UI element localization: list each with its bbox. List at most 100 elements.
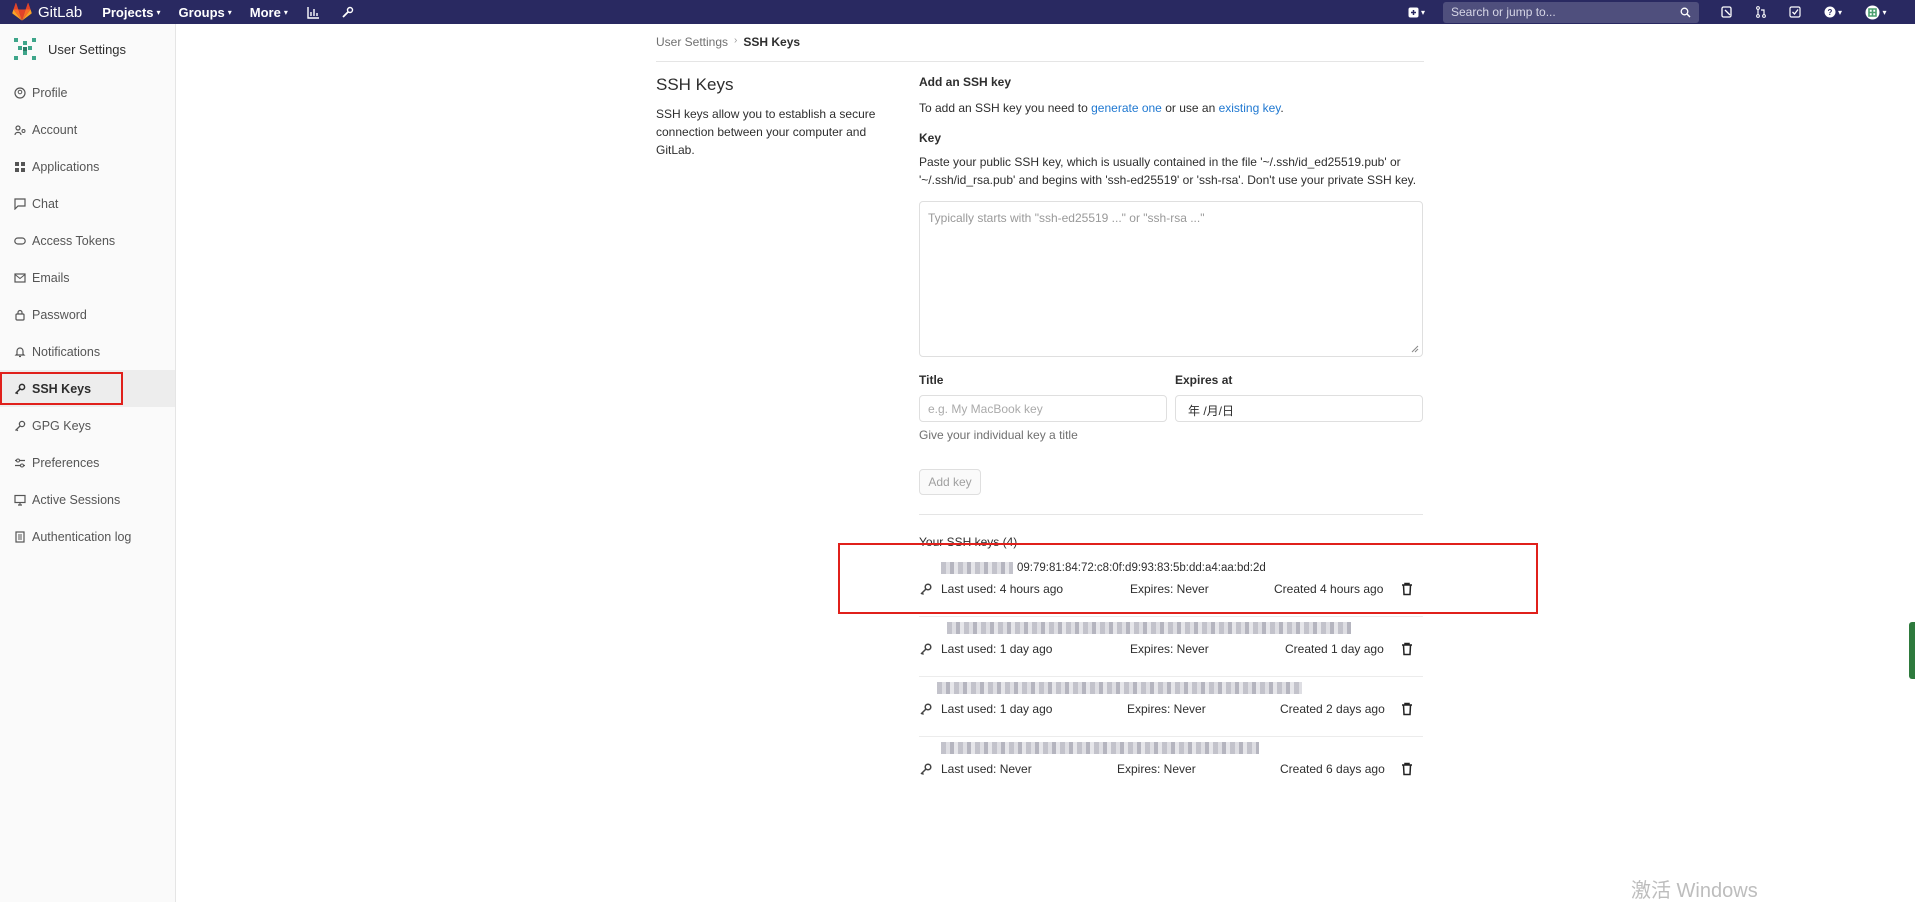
- gitlab-logo-icon: [12, 3, 32, 21]
- ssh-key-row[interactable]: Last used: 1 day ago Expires: Never Crea…: [919, 617, 1423, 677]
- sidebar-item-emails[interactable]: Emails: [0, 259, 175, 296]
- search-placeholder: Search or jump to...: [1451, 5, 1556, 19]
- avatar: [14, 38, 36, 60]
- key-last-used: Last used: 1 day ago: [941, 642, 1053, 656]
- sidebar-item-account[interactable]: Account: [0, 111, 175, 148]
- avatar: [1865, 5, 1880, 19]
- ssh-key-row[interactable]: Last used: 1 day ago Expires: Never Crea…: [919, 677, 1423, 737]
- user-avatar-menu[interactable]: ▾: [1863, 4, 1889, 20]
- chevron-down-icon: ▾: [1882, 7, 1887, 17]
- sidebar-title: User Settings: [48, 41, 127, 57]
- resize-grip-icon[interactable]: [1411, 345, 1419, 353]
- existing-key-link[interactable]: existing key: [1219, 101, 1281, 115]
- sidebar-item-label: Account: [32, 122, 78, 137]
- sidebar-item-profile[interactable]: Profile: [0, 74, 175, 111]
- help-icon[interactable]: ? ▾: [1821, 4, 1845, 20]
- chevron-down-icon: ▾: [227, 7, 232, 17]
- sidebar-item-label: Password: [32, 307, 87, 322]
- gitlab-home-link[interactable]: GitLab: [0, 0, 82, 24]
- delete-key-icon[interactable]: [1400, 642, 1414, 656]
- annotation-highlight-box: [0, 372, 123, 405]
- expires-label: Expires at: [1175, 373, 1233, 387]
- key-fingerprint[interactable]: [947, 622, 1355, 634]
- brand-name: GitLab: [38, 3, 83, 21]
- mail-icon: [13, 271, 26, 284]
- todos-icon[interactable]: [1787, 4, 1803, 20]
- sidebar-item-label: Active Sessions: [32, 492, 121, 507]
- key-label: Key: [919, 131, 942, 145]
- key-icon: [920, 643, 932, 656]
- section-divider: [919, 514, 1423, 515]
- sidebar-item-chat[interactable]: Chat: [0, 185, 175, 222]
- monitor-icon: [13, 493, 26, 506]
- page-description: SSH keys allow you to establish a secure…: [656, 107, 876, 157]
- side-widget-handle[interactable]: [1909, 622, 1915, 679]
- expires-date-input[interactable]: 年 /月/日: [1175, 395, 1423, 422]
- sidebar-item-gpg-keys[interactable]: GPG Keys: [0, 407, 175, 444]
- annotation-highlight-box: [838, 543, 1538, 614]
- sidebar-item-label: Access Tokens: [32, 233, 116, 248]
- chevron-down-icon: ▾: [283, 7, 288, 17]
- key-created: Created 1 day ago: [1285, 642, 1384, 656]
- redacted-key-data: [947, 622, 1351, 634]
- breadcrumb-current[interactable]: SSH Keys: [743, 35, 800, 49]
- sidebar-item-label: Preferences: [32, 455, 100, 470]
- svg-text:?: ?: [1828, 8, 1833, 17]
- title-help-text: Give your individual key a title: [919, 428, 1078, 442]
- ssh-key-row[interactable]: Last used: Never Expires: Never Created …: [919, 737, 1423, 797]
- generate-one-link[interactable]: generate one: [1091, 101, 1162, 115]
- chat-icon: [13, 197, 26, 210]
- key-textarea[interactable]: Typically starts with "ssh-ed25519 ..." …: [919, 201, 1423, 357]
- issues-icon[interactable]: [1719, 4, 1735, 20]
- sidebar-item-preferences[interactable]: Preferences: [0, 444, 175, 481]
- sidebar-item-label: Applications: [32, 159, 100, 174]
- sidebar-item-notifications[interactable]: Notifications: [0, 333, 175, 370]
- redacted-key-data: [937, 682, 1302, 694]
- sidebar-item-applications[interactable]: Applications: [0, 148, 175, 185]
- key-help-text: Paste your public SSH key, which is usua…: [919, 155, 1417, 187]
- key-fingerprint[interactable]: [941, 742, 1263, 754]
- expires-placeholder: 年 /月/日: [1188, 404, 1235, 418]
- sidebar-item-label: GPG Keys: [32, 418, 92, 433]
- bell-icon: [13, 345, 26, 358]
- sidebar-item-active-sessions[interactable]: Active Sessions: [0, 481, 175, 518]
- key-expires: Expires: Never: [1130, 642, 1209, 656]
- admin-wrench-icon[interactable]: [340, 4, 356, 20]
- projects-menu[interactable]: Projects ▾: [102, 5, 160, 20]
- search-input[interactable]: Search or jump to...: [1443, 1, 1699, 23]
- more-menu[interactable]: More ▾: [250, 5, 288, 20]
- add-key-button[interactable]: Add key: [919, 469, 981, 495]
- top-navbar: GitLab Projects ▾ Groups ▾ More ▾ ▾ Search …: [0, 0, 1915, 24]
- breadcrumb-parent-link[interactable]: User Settings: [656, 35, 728, 49]
- form-help: To add an SSH key you need to generate o…: [919, 99, 1423, 117]
- title-input[interactable]: e.g. My MacBook key: [919, 395, 1167, 422]
- delete-key-icon[interactable]: [1400, 702, 1414, 716]
- sidebar-header[interactable]: User Settings: [0, 24, 175, 74]
- title-placeholder: e.g. My MacBook key: [928, 402, 1043, 416]
- sidebar-item-authentication-log[interactable]: Authentication log: [0, 518, 175, 555]
- merge-requests-icon[interactable]: [1753, 4, 1769, 20]
- delete-key-icon[interactable]: [1400, 762, 1414, 776]
- key-expires: Expires: Never: [1117, 762, 1196, 776]
- new-menu-button[interactable]: ▾: [1408, 7, 1425, 18]
- sidebar-item-password[interactable]: Password: [0, 296, 175, 333]
- key-created: Created 6 days ago: [1280, 762, 1385, 776]
- search-icon: [1680, 7, 1691, 17]
- token-icon: [13, 234, 26, 247]
- groups-menu[interactable]: Groups ▾: [179, 5, 232, 20]
- key-fingerprint[interactable]: [937, 682, 1306, 694]
- redacted-key-data: [941, 742, 1259, 754]
- key-last-used: Last used: 1 day ago: [941, 702, 1053, 716]
- chevron-right-icon: ›: [734, 35, 738, 46]
- key-icon: [920, 763, 932, 776]
- help-text: To add an SSH key you need to: [919, 101, 1088, 115]
- key-expires: Expires: Never: [1127, 702, 1206, 716]
- help-text: .: [1280, 101, 1284, 115]
- sidebar-item-label: Chat: [32, 196, 59, 211]
- title-label: Title: [919, 373, 944, 387]
- sidebar-item-access-tokens[interactable]: Access Tokens: [0, 222, 175, 259]
- activity-chart-icon[interactable]: [306, 4, 322, 20]
- chevron-down-icon: ▾: [156, 7, 161, 17]
- chevron-down-icon: ▾: [1837, 7, 1842, 17]
- lock-icon: [13, 308, 26, 321]
